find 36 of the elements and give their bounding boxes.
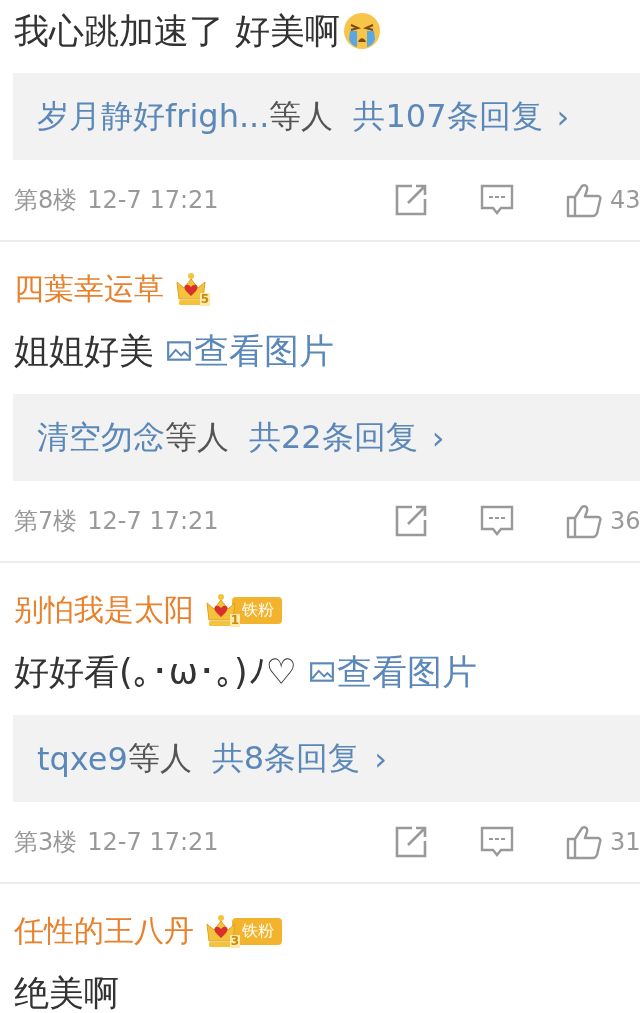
comment-icon[interactable] (480, 825, 514, 859)
share-icon[interactable] (394, 825, 428, 859)
floor-number: 第7楼 (14, 506, 78, 537)
reply-summary[interactable]: tqxe9等人 共8条回复 › (13, 715, 640, 802)
reply-summary[interactable]: 清空勿念等人 共22条回复 › (13, 394, 640, 481)
timestamp: 12-7 17:21 (87, 186, 219, 214)
like-count: 36 (610, 507, 640, 535)
image-icon[interactable] (166, 338, 192, 364)
thumbs-up-icon[interactable] (566, 824, 602, 860)
comment-text: 绝美啊 (14, 971, 119, 1013)
floor-number: 第8楼 (14, 185, 78, 216)
floor-number: 第3楼 (14, 827, 78, 858)
level-number: 1 (229, 614, 240, 627)
timestamp: 12-7 17:21 (87, 507, 219, 535)
comment-text: 好好看(｡･ω･｡)ﾉ♡ (14, 650, 297, 694)
comment-text: 我心跳加速了 好美啊 (14, 9, 341, 53)
thumbs-up-icon[interactable] (566, 182, 602, 218)
level-number: 3 (229, 935, 240, 948)
level-number: 5 (199, 293, 210, 306)
timestamp: 12-7 17:21 (87, 828, 219, 856)
crown-icon (174, 272, 208, 306)
image-icon[interactable] (309, 659, 335, 685)
reply-summary[interactable]: 岁月静好frigh...等人 共107条回复 › (13, 73, 640, 160)
username[interactable]: 别怕我是太阳 (14, 589, 194, 631)
like-count: 43 (610, 186, 640, 214)
view-image-link[interactable]: 查看图片 (194, 327, 334, 375)
comment-text: 姐姐好美 (14, 329, 154, 373)
share-icon[interactable] (394, 504, 428, 538)
like-count: 31 (610, 828, 640, 856)
username[interactable]: 四葉幸运草 (14, 268, 164, 310)
username[interactable]: 任性的王八丹 (14, 910, 194, 952)
share-icon[interactable] (394, 183, 428, 217)
view-image-link[interactable]: 查看图片 (337, 648, 477, 696)
comment-icon[interactable] (480, 183, 514, 217)
thumbs-up-icon[interactable] (566, 503, 602, 539)
comment-icon[interactable] (480, 504, 514, 538)
